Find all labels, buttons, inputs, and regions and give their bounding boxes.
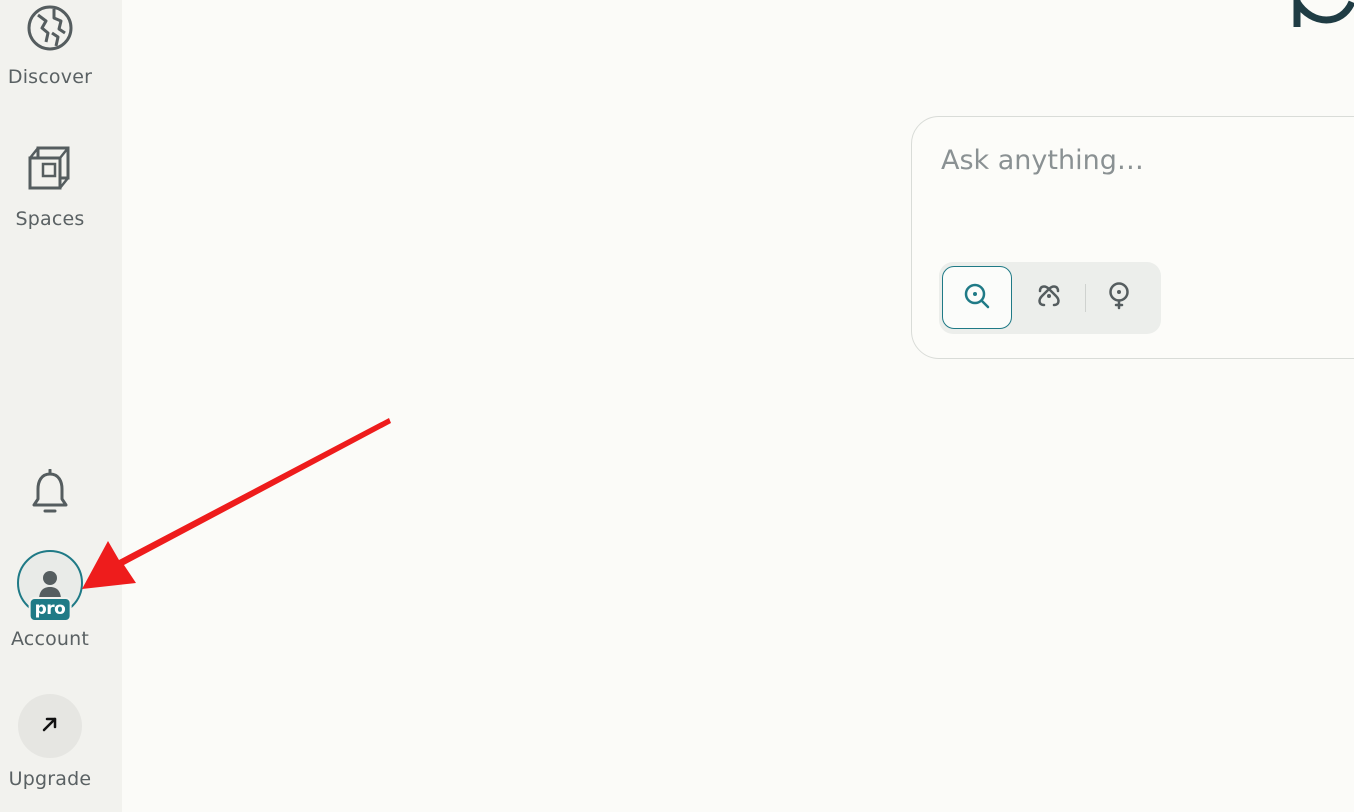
research-icon xyxy=(1035,282,1063,314)
arrow-up-right-icon xyxy=(40,714,60,738)
sidebar-item-label: Account xyxy=(10,628,90,650)
mode-search-button[interactable] xyxy=(942,266,1012,329)
sidebar-item-account[interactable]: pro Account xyxy=(0,550,100,650)
search-box xyxy=(911,116,1354,359)
avatar[interactable]: pro xyxy=(17,550,83,622)
upgrade-button[interactable] xyxy=(18,694,82,758)
mode-research-button[interactable] xyxy=(1014,266,1084,329)
sidebar-item-label: Discover xyxy=(7,66,93,88)
lightbulb-icon xyxy=(1106,281,1132,315)
spaces-icon xyxy=(23,142,77,196)
notifications-button[interactable] xyxy=(26,468,74,519)
logo xyxy=(1292,0,1354,28)
sidebar-item-label: Spaces xyxy=(15,208,85,230)
mode-reason-button[interactable] xyxy=(1084,266,1154,329)
sidebar-item-upgrade[interactable]: Upgrade xyxy=(0,694,100,790)
search-input[interactable] xyxy=(941,145,1341,176)
sidebar-item-discover[interactable]: Discover xyxy=(0,2,100,88)
bell-icon xyxy=(30,468,70,519)
globe-icon xyxy=(24,2,76,54)
sidebar: Discover Spaces pro Account Upgrade xyxy=(0,0,122,812)
pro-badge: pro xyxy=(28,597,72,622)
search-mode-selector xyxy=(939,262,1161,334)
sidebar-item-spaces[interactable]: Spaces xyxy=(0,142,100,230)
sidebar-item-label: Upgrade xyxy=(8,768,92,790)
search-icon xyxy=(963,282,991,314)
